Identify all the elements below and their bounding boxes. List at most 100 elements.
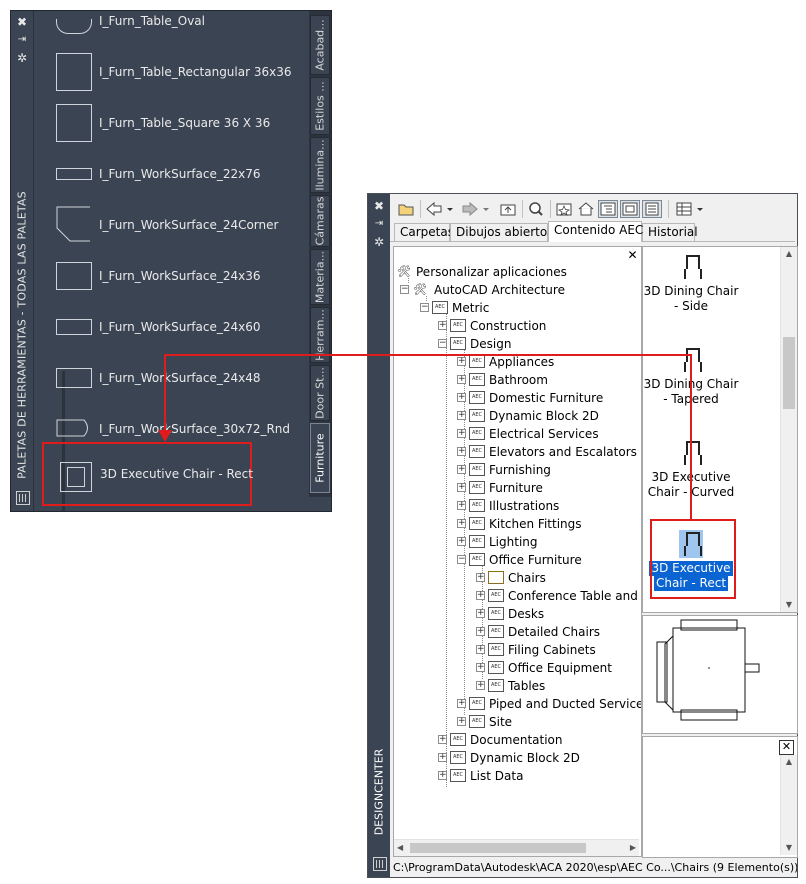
views-dropdown-icon[interactable]	[694, 200, 706, 218]
palette-item[interactable]: 3D Dining Chair - Side	[643, 253, 739, 314]
expand-icon[interactable]: +	[457, 447, 466, 456]
tab-historial[interactable]: Historial	[642, 223, 698, 241]
designcenter-title: DESIGNCENTER	[372, 748, 386, 836]
tab-acabados[interactable]: Acabad...	[310, 15, 330, 75]
forward-icon[interactable]	[460, 200, 480, 218]
views-icon[interactable]	[674, 200, 694, 218]
expand-icon[interactable]: +	[476, 609, 485, 618]
forward-dropdown-icon[interactable]	[480, 200, 492, 218]
expand-icon[interactable]: +	[438, 753, 447, 762]
scroll-up-icon[interactable]: ▲	[781, 247, 797, 261]
load-icon[interactable]	[396, 200, 416, 218]
selected-tool-item[interactable]: 3D Executive Chair - Rect	[42, 442, 253, 506]
collapse-icon[interactable]: −	[400, 285, 409, 294]
tool-list: I_Furn_Table_Oval I_Furn_Table_Rectangul…	[34, 11, 316, 511]
expand-icon[interactable]: +	[457, 393, 466, 402]
close-icon[interactable]: ✖	[15, 15, 29, 29]
expand-icon[interactable]: +	[476, 573, 485, 582]
designcenter-title-bar[interactable]: ✖ ⇥ ✲ DESIGNCENTER	[368, 194, 390, 877]
expand-icon[interactable]: +	[457, 501, 466, 510]
tab-carpetas[interactable]: Carpetas	[394, 223, 454, 241]
expand-icon[interactable]: +	[476, 627, 485, 636]
description-scrollbar[interactable]: ▲ ▼	[780, 755, 797, 855]
up-folder-icon[interactable]	[498, 200, 518, 218]
close-icon[interactable]: ✖	[372, 199, 386, 213]
collapse-icon[interactable]: −	[457, 555, 466, 564]
customize-app-icon: 🛠	[396, 265, 412, 278]
expand-icon[interactable]: +	[438, 735, 447, 744]
tool-item[interactable]: I_Furn_WorkSurface_24x36	[54, 254, 316, 298]
scroll-right-icon[interactable]: ▶	[630, 840, 636, 856]
tool-item-label: I_Furn_Table_Oval	[99, 14, 205, 28]
preview-icon[interactable]	[620, 200, 640, 218]
expand-icon[interactable]: +	[457, 717, 466, 726]
back-icon[interactable]	[424, 200, 444, 218]
auto-hide-icon[interactable]: ⇥	[15, 33, 29, 47]
collapse-icon[interactable]: −	[438, 339, 447, 348]
tool-item[interactable]: I_Furn_Table_Oval	[54, 11, 316, 43]
chair-plan-preview	[656, 619, 760, 721]
close-icon[interactable]: ✕	[779, 740, 794, 755]
annotation-line	[164, 354, 166, 436]
expand-icon[interactable]: +	[457, 357, 466, 366]
expand-icon[interactable]: +	[476, 591, 485, 600]
aec-folder-icon: AEC	[469, 373, 485, 386]
tab-dibujos-abiertos[interactable]: Dibujos abiertos	[450, 223, 553, 241]
tab-iluminacion[interactable]: Ilumina...	[310, 137, 330, 193]
palette-settings-icon[interactable]	[373, 857, 387, 871]
palette-title: PALETAS DE HERRAMIENTAS - TODAS LAS PALE…	[15, 191, 29, 479]
favorites-icon[interactable]	[554, 200, 574, 218]
expand-icon[interactable]: +	[457, 375, 466, 384]
palette-settings-icon[interactable]	[16, 491, 30, 505]
expand-icon[interactable]: +	[457, 537, 466, 546]
tool-item[interactable]: I_Furn_Table_Rectangular 36x36	[54, 50, 316, 94]
auto-hide-icon[interactable]: ⇥	[372, 217, 386, 231]
expand-icon[interactable]: +	[457, 429, 466, 438]
tab-door-styles[interactable]: Door St...	[310, 365, 330, 421]
chair-icon	[679, 253, 703, 281]
expand-icon[interactable]: +	[438, 321, 447, 330]
status-bar-path: C:\ProgramData\Autodesk\ACA 2020\esp\AEC…	[390, 859, 797, 877]
tool-item[interactable]: I_Furn_Table_Square 36 X 36	[54, 101, 316, 145]
back-dropdown-icon[interactable]	[444, 200, 456, 218]
horizontal-scrollbar[interactable]: ◀ ▶	[394, 839, 639, 856]
aec-folder-icon: AEC	[488, 607, 504, 620]
aec-folder-icon: AEC	[469, 715, 485, 728]
description-icon[interactable]	[642, 200, 662, 218]
tool-item[interactable]: I_Furn_WorkSurface_24x60	[54, 305, 316, 349]
expand-icon[interactable]: +	[476, 681, 485, 690]
tool-item[interactable]: I_Furn_WorkSurface_24Corner	[54, 203, 316, 247]
expand-icon[interactable]: +	[476, 663, 485, 672]
tool-palettes-title-bar[interactable]: ✖ ⇥ ✲ PALETAS DE HERRAMIENTAS - TODAS LA…	[11, 11, 34, 511]
scrollbar-thumb[interactable]	[410, 843, 586, 853]
expand-icon[interactable]: +	[457, 465, 466, 474]
expand-icon[interactable]: +	[438, 771, 447, 780]
tool-item[interactable]: I_Furn_WorkSurface_22x76	[54, 152, 316, 196]
scrollbar-thumb[interactable]	[783, 337, 795, 409]
properties-icon[interactable]: ✲	[372, 235, 386, 249]
properties-icon[interactable]: ✲	[15, 51, 29, 65]
collapse-icon[interactable]: −	[420, 303, 429, 312]
tab-materiales[interactable]: Materia...	[310, 249, 330, 305]
close-icon[interactable]: ✕	[627, 249, 638, 261]
palette-scrollbar[interactable]: ▲ ▼	[780, 247, 797, 612]
aec-folder-icon: AEC	[469, 355, 485, 368]
scroll-left-icon[interactable]: ◀	[397, 840, 403, 856]
tab-estilos[interactable]: Estilos ...	[310, 77, 330, 135]
tab-furniture[interactable]: Furniture	[310, 423, 330, 493]
tree-view-toggle-icon[interactable]	[598, 200, 618, 218]
expand-icon[interactable]: +	[457, 699, 466, 708]
tab-contenido-aec[interactable]: Contenido AEC	[548, 221, 643, 242]
expand-icon[interactable]: +	[457, 519, 466, 528]
aec-folder-icon: AEC	[488, 661, 504, 674]
tool-item[interactable]: I_Furn_WorkSurface_24x48	[54, 356, 316, 400]
expand-icon[interactable]: +	[476, 645, 485, 654]
home-icon[interactable]	[576, 200, 596, 218]
search-icon[interactable]	[526, 200, 546, 218]
scroll-down-icon[interactable]: ▼	[781, 598, 797, 612]
tab-camaras[interactable]: Cámaras	[310, 195, 330, 247]
expand-icon[interactable]: +	[457, 483, 466, 492]
scroll-down-icon[interactable]: ▼	[781, 841, 797, 855]
scroll-up-icon[interactable]: ▲	[781, 755, 797, 769]
expand-icon[interactable]: +	[457, 411, 466, 420]
